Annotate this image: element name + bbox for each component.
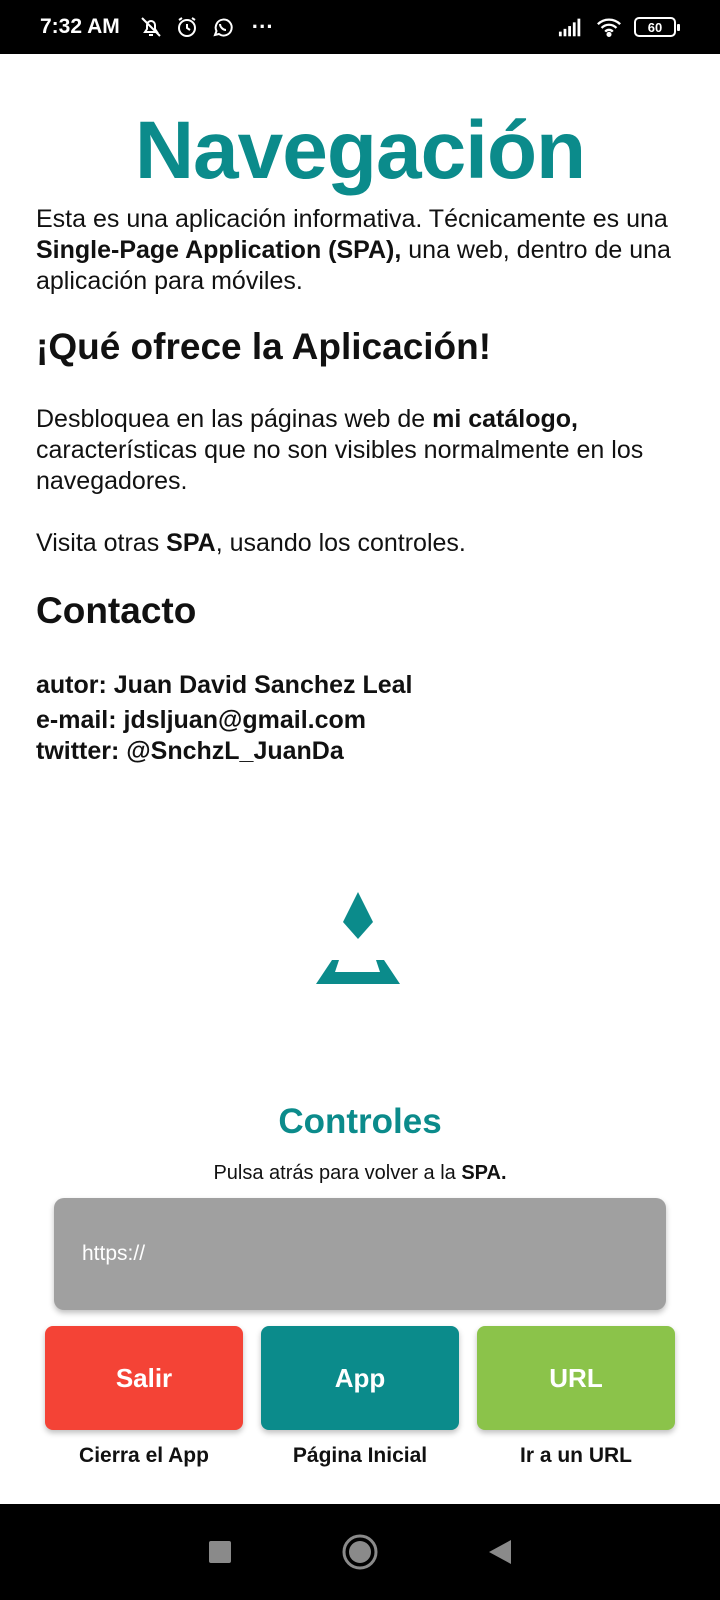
home-circle-icon[interactable] (330, 1522, 390, 1582)
app-caption: Página Inicial (292, 1444, 428, 1467)
recents-square-icon[interactable] (190, 1522, 250, 1582)
contact-twitter: twitter: @SnchzL_JuanDa (36, 737, 344, 765)
status-bar: 7:32 AM ··· 60 (0, 0, 720, 54)
intro-text-1: Esta es una aplicación informativa. Técn… (36, 205, 668, 233)
visit-bold: SPA (166, 529, 216, 557)
offer-text-1: Desbloquea en las páginas web de (36, 405, 433, 433)
controls-subtitle: Pulsa atrás para volver a la SPA. (0, 1162, 720, 1185)
navigation-bar (0, 1504, 720, 1600)
back-triangle-icon[interactable] (470, 1522, 530, 1582)
status-time: 7:32 AM (40, 15, 120, 38)
salir-caption: Cierra el App (79, 1444, 209, 1467)
contact-heading: Contacto (36, 590, 197, 631)
alarm-icon (174, 14, 200, 40)
controls-title: Controles (278, 1102, 442, 1141)
url-input[interactable] (54, 1198, 666, 1310)
visit-text-1: Visita otras (36, 529, 167, 557)
contact-author: autor: Juan David Sanchez Leal (36, 671, 413, 699)
app-button[interactable]: App (261, 1326, 459, 1430)
url-button[interactable]: URL (477, 1326, 675, 1430)
signal-icon (558, 14, 584, 40)
visit-text-2: , usando los controles. (215, 529, 466, 557)
status-left: 7:32 AM ··· (40, 14, 280, 40)
spa-content: Navegación Esta es una aplicación inform… (0, 54, 720, 1504)
offer-bold: mi catálogo, (432, 405, 578, 433)
wifi-icon (596, 14, 622, 40)
battery-icon: 60 (634, 17, 680, 37)
whatsapp-icon (210, 14, 236, 40)
contact-email: e-mail: jdsljuan@gmail.com (36, 706, 367, 734)
app-logo-icon (316, 892, 400, 984)
offer-paragraph: Desbloquea en las páginas web de mi catá… (36, 404, 686, 497)
salir-button[interactable]: Salir (45, 1326, 243, 1430)
more-dots-icon: ··· (251, 14, 274, 39)
offer-text-2: características que no son visibles norm… (36, 436, 644, 495)
status-right: 60 (558, 14, 680, 40)
controls-subtitle-text: Pulsa atrás para volver a la (213, 1162, 462, 1184)
url-caption: Ir a un URL (519, 1444, 632, 1467)
visit-paragraph: Visita otras SPA, usando los controles. (36, 528, 686, 559)
controls-subtitle-bold: SPA. (461, 1162, 507, 1184)
intro-paragraph: Esta es una aplicación informativa. Técn… (36, 204, 686, 297)
offer-heading: ¡Qué ofrece la Aplicación! (36, 326, 492, 367)
page-title: Navegación (134, 105, 586, 196)
bell-off-icon (138, 14, 164, 40)
intro-bold: Single-Page Application (SPA), (36, 236, 402, 264)
